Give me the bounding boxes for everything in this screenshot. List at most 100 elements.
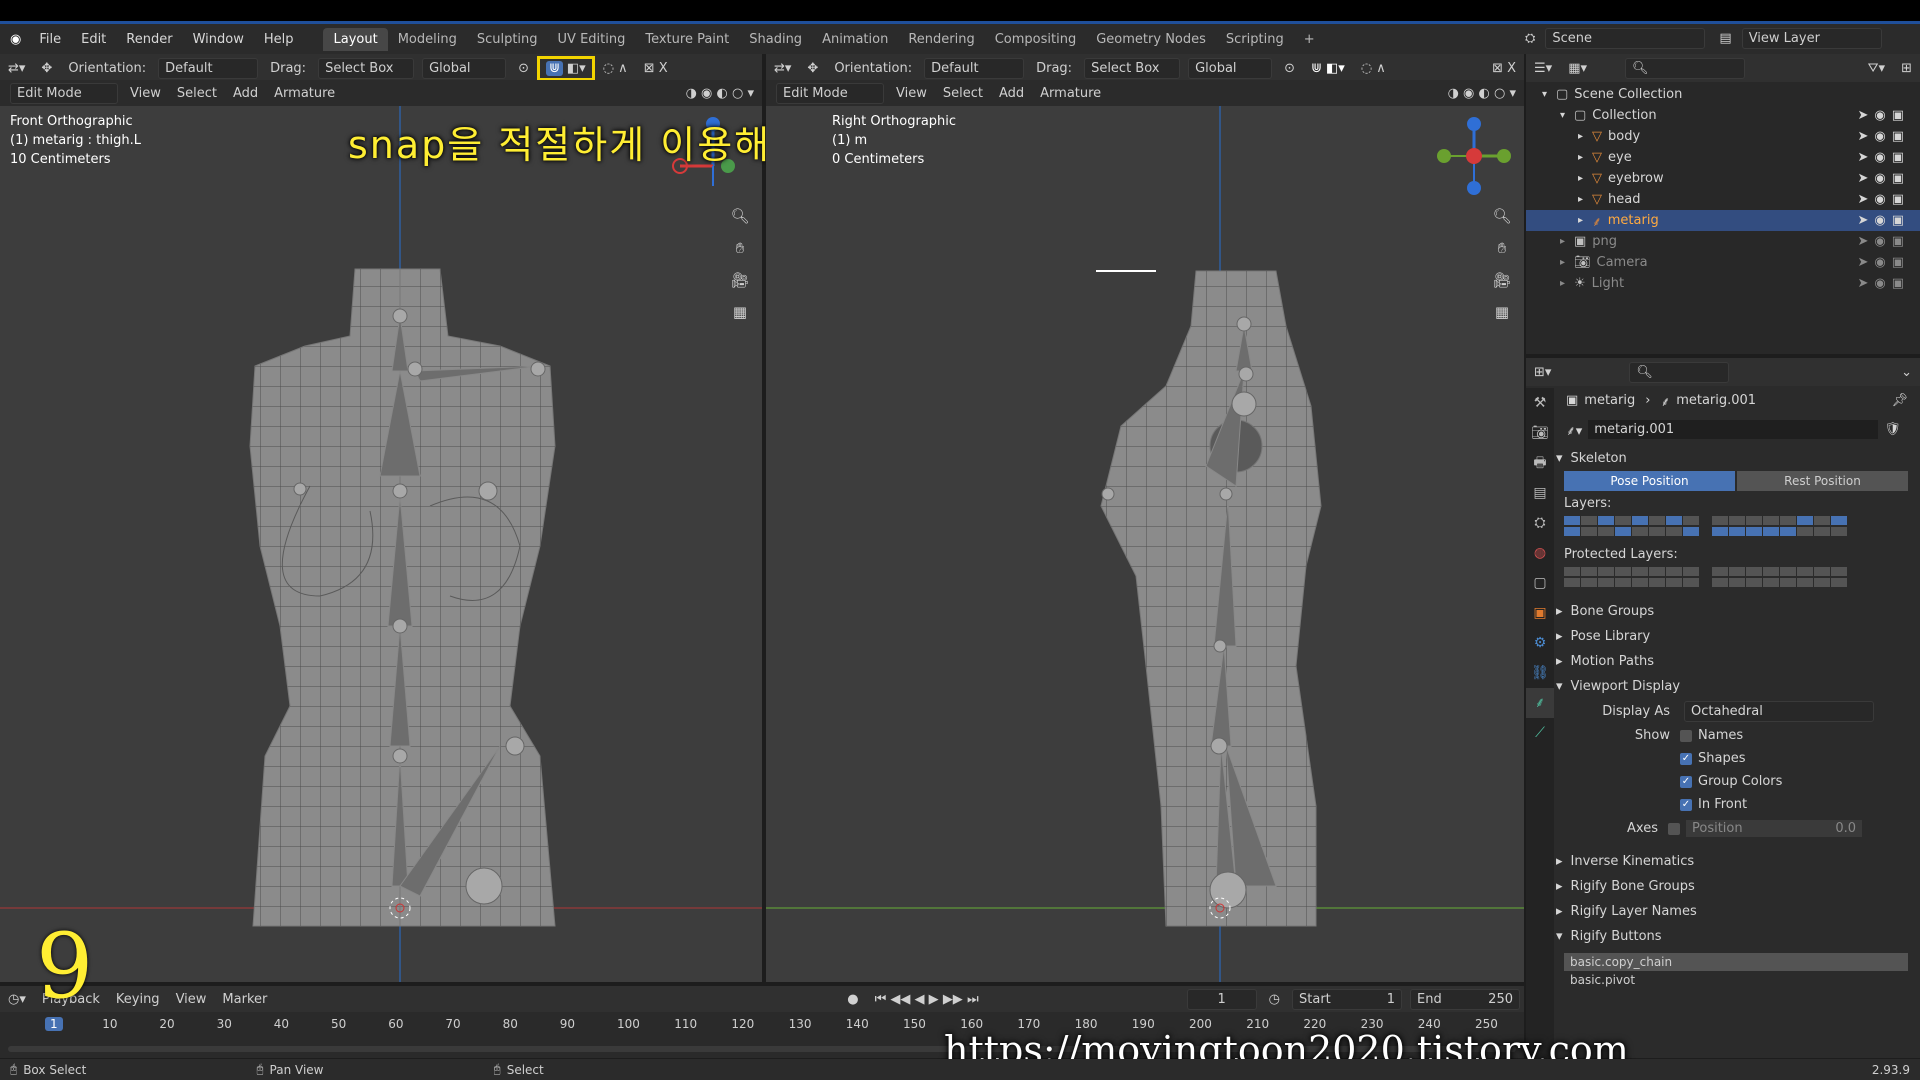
visibility-eye-icon[interactable]: ➤◉▣ [1857, 234, 1910, 249]
layer-toggle[interactable] [1581, 567, 1597, 576]
layer-toggle[interactable] [1763, 527, 1779, 536]
visibility-eye-icon[interactable]: ➤◉▣ [1857, 150, 1910, 165]
proportional-edit-icon[interactable]: ◌ ∧ [595, 61, 636, 76]
properties-options-icon[interactable]: ⌄ [1893, 365, 1920, 380]
expand-arrow-icon[interactable]: ▸ [1560, 257, 1574, 268]
layer-toggle[interactable] [1746, 567, 1762, 576]
tab-uv-editing[interactable]: UV Editing [548, 28, 636, 51]
end-frame-field[interactable]: End 250 [1410, 988, 1520, 1010]
visibility-eye-icon[interactable]: ➤◉▣ [1857, 171, 1910, 186]
layer-toggle[interactable] [1683, 567, 1699, 576]
menu-keying[interactable]: Keying [108, 992, 168, 1007]
right-viewport-shading-icons[interactable]: ◑ ◉ ◐ ○ ▾ [1440, 86, 1524, 101]
layer-toggle[interactable] [1683, 516, 1699, 525]
layer-toggle[interactable] [1797, 567, 1813, 576]
output-tab-icon[interactable]: 🖶 [1526, 448, 1554, 478]
expand-arrow-icon[interactable]: ▸ [1578, 215, 1592, 226]
pin-icon[interactable]: 📌︎ [1891, 393, 1908, 408]
layer-toggle[interactable] [1564, 516, 1580, 525]
right-navigation-gizmo[interactable] [1434, 116, 1514, 196]
layer-toggle[interactable] [1598, 578, 1614, 587]
layer-toggle[interactable] [1831, 527, 1847, 536]
current-frame-field[interactable]: 1 [1186, 988, 1257, 1010]
layer-toggle[interactable] [1649, 516, 1665, 525]
outliner-search-input[interactable]: 🔍︎ [1625, 57, 1745, 79]
layer-toggle[interactable] [1763, 567, 1779, 576]
layer-toggle[interactable] [1632, 567, 1648, 576]
layer-toggle[interactable] [1780, 527, 1796, 536]
section-motion-paths[interactable]: ▸ Motion Paths [1556, 649, 1916, 674]
tab-modeling[interactable]: Modeling [388, 28, 467, 51]
menu-marker[interactable]: Marker [214, 992, 275, 1007]
show-option-checkbox[interactable]: ✓ [1680, 798, 1692, 811]
rest-position-button[interactable]: Rest Position [1737, 471, 1908, 491]
rigify-list-item[interactable]: basic.copy_chain [1564, 953, 1908, 971]
section-rigify-layer-names[interactable]: ▸ Rigify Layer Names [1556, 899, 1916, 924]
tab-compositing[interactable]: Compositing [985, 28, 1087, 51]
outliner-row[interactable]: ▸ ☀ Light ➤◉▣ [1526, 273, 1920, 294]
fake-user-icon[interactable]: 🛡︎ [1884, 422, 1901, 437]
record-icon[interactable]: ● [839, 992, 866, 1007]
layer-toggle[interactable] [1831, 567, 1847, 576]
tab-rendering[interactable]: Rendering [898, 28, 984, 51]
layer-toggle[interactable] [1746, 516, 1762, 525]
layer-toggle[interactable] [1666, 527, 1682, 536]
menu-add[interactable]: Add [225, 86, 266, 101]
menu-armature[interactable]: Armature [266, 86, 343, 101]
transform-orientation-dropdown[interactable]: Global [422, 57, 507, 79]
editor-type-icon[interactable]: ⇄▾ [0, 61, 33, 76]
constraints-tab-icon[interactable]: ⛓ [1526, 658, 1554, 688]
layer-toggle[interactable] [1729, 567, 1745, 576]
layer-toggle[interactable] [1598, 516, 1614, 525]
move-gizmo-icon[interactable]: ✥ [33, 61, 60, 76]
clock-icon[interactable]: ◷ [1261, 992, 1288, 1007]
tab-layout[interactable]: Layout [323, 27, 388, 51]
layer-toggle[interactable] [1763, 516, 1779, 525]
layer-toggle[interactable] [1615, 567, 1631, 576]
section-inverse-kinematics[interactable]: ▸ Inverse Kinematics [1556, 849, 1916, 874]
outliner-row[interactable]: ▸ ▽ head ➤◉▣ [1526, 189, 1920, 210]
layer-toggle[interactable] [1814, 567, 1830, 576]
right-menu-select[interactable]: Select [935, 86, 991, 101]
right-orientation-dropdown[interactable]: Default [924, 57, 1025, 79]
menu-render[interactable]: Render [116, 32, 182, 47]
layer-toggle[interactable] [1712, 516, 1728, 525]
visibility-eye-icon[interactable]: ➤◉▣ [1857, 108, 1910, 123]
layer-toggle[interactable] [1564, 578, 1580, 587]
menu-view[interactable]: View [122, 86, 169, 101]
right-menu-view[interactable]: View [888, 86, 935, 101]
visibility-eye-icon[interactable]: ➤◉▣ [1857, 129, 1910, 144]
layer-toggle[interactable] [1814, 578, 1830, 587]
expand-arrow-icon[interactable]: ▸ [1578, 194, 1592, 205]
outliner-row[interactable]: ▾ ▢ Collection ➤◉▣ [1526, 105, 1920, 126]
right-menu-armature[interactable]: Armature [1032, 86, 1109, 101]
axes-checkbox[interactable] [1668, 822, 1680, 835]
visibility-eye-icon[interactable]: ➤◉▣ [1857, 213, 1910, 228]
layers-grid[interactable] [1556, 516, 1916, 538]
layer-toggle[interactable] [1780, 567, 1796, 576]
display-as-dropdown[interactable]: Octahedral [1684, 701, 1874, 722]
layer-toggle[interactable] [1564, 567, 1580, 576]
render-tab-icon[interactable]: 📷︎ [1526, 418, 1554, 448]
layer-toggle[interactable] [1632, 527, 1648, 536]
add-workspace-button[interactable]: + [1294, 28, 1325, 51]
layer-toggle[interactable] [1780, 516, 1796, 525]
expand-arrow-icon[interactable]: ▸ [1578, 173, 1592, 184]
layer-toggle[interactable] [1632, 578, 1648, 587]
visibility-eye-icon[interactable]: ➤◉▣ [1857, 276, 1910, 291]
tab-geometry-nodes[interactable]: Geometry Nodes [1086, 28, 1216, 51]
visibility-eye-icon[interactable]: ➤◉▣ [1857, 255, 1910, 270]
scene-tab-icon[interactable]: ⛭ [1526, 508, 1554, 538]
layer-toggle[interactable] [1746, 527, 1762, 536]
tool-tab-icon[interactable]: ⚒ [1526, 388, 1554, 418]
skeleton-section-header[interactable]: ▾ Skeleton [1556, 446, 1916, 471]
camera-view-icon[interactable]: 🎥︎ [728, 268, 752, 292]
layer-toggle[interactable] [1581, 527, 1597, 536]
menu-help[interactable]: Help [254, 32, 304, 47]
axes-position-field[interactable]: Position 0.0 [1686, 820, 1862, 837]
right-menu-add[interactable]: Add [991, 86, 1032, 101]
tab-shading[interactable]: Shading [739, 28, 812, 51]
expand-arrow-icon[interactable]: ▸ [1560, 236, 1574, 247]
right-pan-hand-icon[interactable]: ✋︎ [1490, 236, 1514, 260]
layer-toggle[interactable] [1666, 516, 1682, 525]
